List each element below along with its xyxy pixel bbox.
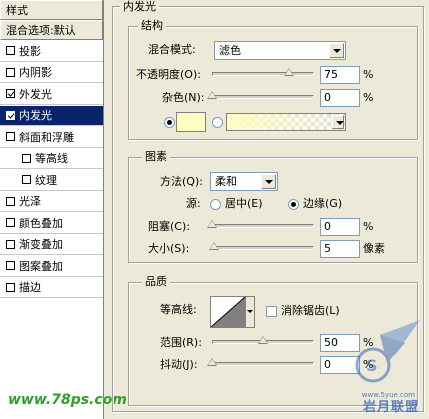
style-item[interactable]: 等高线 — [0, 149, 103, 169]
choke-input[interactable]: 0 — [320, 218, 360, 236]
panel-title: 内发光 — [120, 0, 159, 13]
style-item-label: 混合选项:默认 — [6, 24, 76, 37]
style-item-label: 描边 — [19, 281, 41, 294]
style-item-label: 图案叠加 — [19, 259, 63, 273]
size-unit: 像素 — [363, 242, 385, 255]
style-item-label: 投影 — [19, 44, 41, 58]
blend-mode-select[interactable]: 滤色 — [214, 41, 346, 60]
style-item-label: 纹理 — [35, 173, 57, 187]
style-checkbox[interactable] — [22, 175, 31, 184]
source-center-label: 居中(E) — [225, 197, 263, 210]
style-item-label: 斜面和浮雕 — [19, 130, 74, 144]
noise-unit: % — [363, 91, 374, 104]
style-checkbox[interactable] — [6, 46, 15, 55]
opacity-unit: % — [363, 68, 374, 81]
style-item[interactable]: 斜面和浮雕 — [0, 128, 103, 148]
range-slider-thumb[interactable] — [258, 336, 268, 344]
noise-input[interactable]: 0 — [320, 89, 360, 107]
size-label: 大小(S): — [148, 242, 190, 255]
style-checkbox[interactable] — [6, 239, 15, 249]
left-watermark: www.78ps.com — [8, 392, 127, 408]
style-item[interactable]: 内发光 — [0, 106, 103, 126]
noise-slider-thumb[interactable] — [207, 91, 217, 99]
blend-mode-label: 混合模式: — [148, 43, 196, 56]
style-item[interactable]: 颜色叠加 — [0, 214, 103, 234]
opacity-input[interactable]: 75 — [320, 66, 360, 84]
blending-options-item[interactable]: 混合选项:默认 — [0, 20, 103, 40]
chevron-down-icon — [261, 174, 276, 189]
opacity-slider[interactable] — [212, 72, 314, 76]
style-checkbox[interactable] — [6, 196, 15, 206]
choke-slider-thumb[interactable] — [207, 220, 217, 228]
source-center-radio[interactable] — [210, 199, 221, 210]
style-item[interactable]: 外发光 — [0, 85, 103, 105]
style-item[interactable]: 投影 — [0, 42, 103, 62]
technique-select[interactable]: 柔和 — [210, 172, 278, 191]
style-item[interactable]: 内阴影 — [0, 63, 103, 83]
style-list-panel: 样式 混合选项:默认投影内阴影外发光内发光斜面和浮雕等高线纹理光泽颜色叠加渐变叠… — [0, 0, 127, 419]
choke-slider[interactable] — [212, 224, 314, 228]
style-item-label: 等高线 — [35, 152, 68, 165]
contour-label: 等高线: — [160, 303, 197, 316]
contour-curve-icon — [210, 296, 246, 328]
glow-gradient-picker[interactable] — [226, 113, 346, 131]
style-item-label: 内发光 — [19, 109, 52, 122]
jitter-label: 抖动(J): — [160, 358, 198, 371]
style-checkbox[interactable] — [6, 132, 15, 141]
style-item-label: 外发光 — [19, 87, 52, 101]
elements-title: 图素 — [142, 150, 170, 163]
source-edge-label: 边缘(G) — [303, 197, 343, 210]
style-checkbox[interactable] — [6, 261, 15, 270]
style-list-title: 样式 — [0, 0, 103, 20]
style-item-label: 内阴影 — [19, 66, 52, 79]
range-label: 范围(R): — [160, 336, 202, 349]
jitter-slider-thumb[interactable] — [207, 358, 217, 366]
chevron-down-icon — [332, 115, 344, 129]
style-item[interactable]: 图案叠加 — [0, 257, 103, 277]
source-edge-radio[interactable] — [288, 199, 299, 210]
choke-label: 阻塞(C): — [148, 220, 190, 233]
style-item[interactable]: 纹理 — [0, 171, 103, 191]
style-checkbox[interactable] — [6, 282, 15, 292]
structure-title: 结构 — [138, 19, 166, 32]
size-input[interactable]: 5 — [320, 240, 360, 258]
size-slider-thumb[interactable] — [209, 242, 220, 250]
size-slider[interactable] — [212, 246, 314, 250]
choke-unit: % — [363, 220, 374, 233]
noise-slider[interactable] — [212, 95, 314, 99]
style-item[interactable]: 描边 — [0, 278, 103, 298]
antialias-label: 消除锯齿(L) — [281, 304, 340, 317]
style-checkbox[interactable] — [6, 89, 15, 98]
opacity-slider-thumb[interactable] — [283, 68, 294, 76]
quality-title: 品质 — [142, 275, 170, 288]
style-checkbox[interactable] — [6, 67, 15, 77]
style-item-label: 光泽 — [19, 195, 41, 208]
style-item-label: 颜色叠加 — [19, 216, 63, 230]
style-checkbox[interactable] — [22, 153, 31, 163]
solid-color-radio[interactable] — [164, 117, 175, 128]
style-item[interactable]: 光泽 — [0, 192, 103, 212]
style-item-label: 渐变叠加 — [19, 238, 63, 251]
antialias-checkbox[interactable] — [266, 306, 277, 317]
contour-preview[interactable] — [210, 296, 246, 328]
jitter-slider[interactable] — [212, 362, 314, 366]
source-label: 源: — [186, 197, 201, 210]
style-checkbox[interactable] — [6, 218, 15, 227]
gradient-radio[interactable] — [212, 117, 223, 128]
opacity-label: 不透明度(O): — [136, 68, 201, 81]
chevron-down-icon — [329, 43, 344, 58]
noise-label: 杂色(N): — [162, 91, 205, 104]
style-item[interactable]: 渐变叠加 — [0, 235, 103, 255]
glow-color-swatch[interactable] — [176, 112, 206, 132]
style-checkbox[interactable] — [6, 110, 15, 120]
technique-label: 方法(Q): — [160, 175, 203, 188]
brand-name: 岩月联盟 — [362, 400, 419, 415]
contour-dropdown-button[interactable] — [245, 296, 255, 328]
svg-text:S: S — [366, 356, 378, 375]
